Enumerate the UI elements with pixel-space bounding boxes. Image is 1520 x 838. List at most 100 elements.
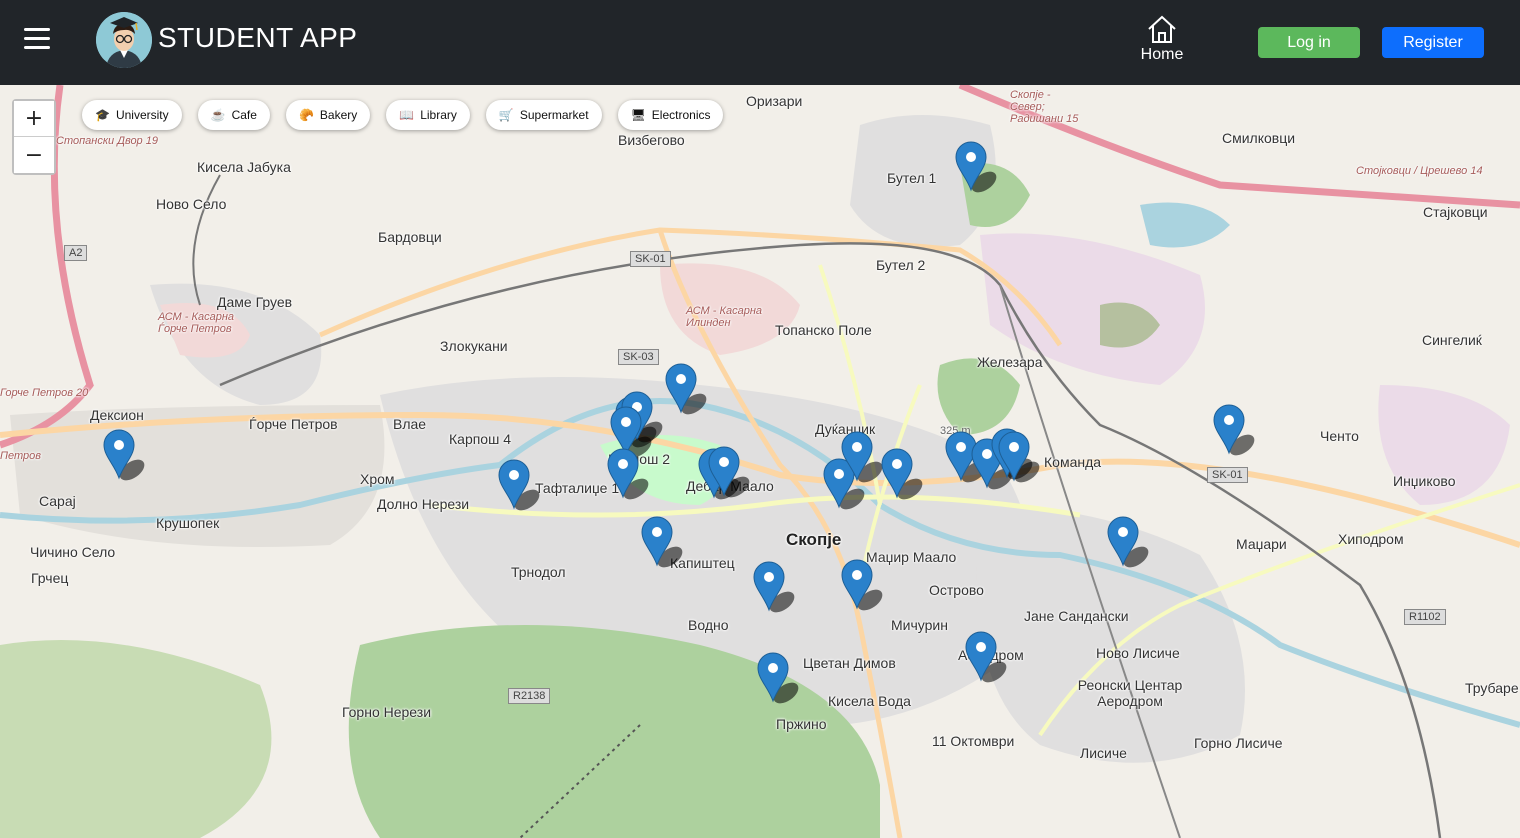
- place-label: Стајковци: [1423, 204, 1488, 220]
- filter-chip-supermarket[interactable]: 🛒 Supermarket: [485, 100, 602, 130]
- place-label: Трнодол: [511, 564, 566, 580]
- computer-icon: 🖥: [630, 108, 646, 122]
- filter-chip-label: University: [115, 108, 169, 122]
- place-label: Горно Нерези: [342, 704, 432, 720]
- home-label: Home: [1140, 46, 1184, 63]
- city-label: Скопје: [786, 530, 842, 549]
- road-badge: R2138: [508, 688, 551, 704]
- place-label: Сингелиќ: [1422, 332, 1482, 348]
- location-marker-icon[interactable]: [964, 630, 1007, 683]
- place-label: Пржино: [776, 716, 827, 732]
- place-label: Мичурин: [891, 617, 948, 633]
- place-label: Ченто: [1320, 428, 1359, 444]
- place-label: Чичино Село: [30, 544, 116, 560]
- top-navbar: STUDENT APP Home Log in Register: [0, 0, 1520, 85]
- place-label: Оризари: [746, 93, 803, 109]
- location-marker-icon[interactable]: [707, 445, 750, 498]
- filter-chip-library[interactable]: 📖 Library: [386, 100, 470, 130]
- category-filters: 🎓 University ☕ Cafe 🥐 Bakery 📖 Library 🛒…: [82, 100, 724, 130]
- place-label: Грчец: [31, 570, 69, 586]
- location-marker-icon[interactable]: [640, 515, 683, 568]
- filter-chip-electronics[interactable]: 🖥 Electronics: [617, 100, 724, 130]
- place-label: Сарај: [39, 493, 76, 509]
- place-label: Топанско Поле: [775, 322, 872, 338]
- filter-chip-university[interactable]: 🎓 University: [82, 100, 182, 130]
- location-marker-icon[interactable]: [497, 458, 540, 511]
- place-label: Инџиково: [1393, 473, 1456, 489]
- location-marker-icon[interactable]: [997, 430, 1040, 483]
- place-label: Команда: [1044, 454, 1102, 470]
- filter-chip-bakery[interactable]: 🥐 Bakery: [285, 100, 371, 130]
- poi-label: Скопје - Север; Радишани 15: [1010, 89, 1079, 125]
- login-button[interactable]: Log in: [1258, 27, 1360, 58]
- place-label: Кисела Јабука: [197, 159, 291, 175]
- location-marker-icon[interactable]: [756, 651, 799, 704]
- student-avatar-logo: [96, 12, 152, 68]
- road-badge: R1102: [1404, 609, 1446, 625]
- menu-icon[interactable]: [24, 28, 50, 50]
- zoom-out-button[interactable]: −: [14, 137, 54, 173]
- location-marker-icon[interactable]: [664, 362, 707, 415]
- place-label: Злокукани: [440, 338, 508, 354]
- filter-chip-cafe[interactable]: ☕ Cafe: [197, 100, 270, 130]
- filter-chip-label: Library: [420, 108, 457, 122]
- location-marker-icon[interactable]: [752, 560, 795, 613]
- location-marker-icon[interactable]: [1106, 515, 1149, 568]
- place-label: Маџир Маало: [866, 549, 957, 565]
- place-label: Долно Нерези: [377, 496, 470, 512]
- place-label: Трубаре: [1465, 680, 1519, 696]
- place-label: Железара: [977, 354, 1043, 370]
- place-label: Хром: [360, 471, 395, 487]
- place-label: Бутел 1: [887, 170, 937, 186]
- place-label: Ѓорче Петров: [249, 416, 338, 432]
- road-badge: SK-03: [618, 349, 659, 365]
- place-label: Реонски Центар Аеродром: [1077, 677, 1183, 709]
- place-label: Горно Лисиче: [1194, 735, 1283, 751]
- place-label: Бардовци: [378, 229, 442, 245]
- location-marker-icon[interactable]: [102, 428, 145, 481]
- cart-icon: 🛒: [498, 108, 514, 122]
- filter-chip-label: Electronics: [651, 108, 711, 122]
- location-marker-icon[interactable]: [840, 430, 883, 483]
- place-label: Хиподром: [1338, 531, 1404, 547]
- road-badge: A2: [64, 245, 88, 261]
- place-label: Карпош 4: [449, 431, 512, 447]
- zoom-in-button[interactable]: +: [14, 101, 54, 137]
- place-label: Ново Село: [156, 196, 227, 212]
- place-label: Визбегово: [618, 132, 685, 148]
- location-marker-icon[interactable]: [954, 140, 997, 193]
- place-label: Кисела Вода: [828, 693, 911, 709]
- filter-chip-label: Supermarket: [519, 108, 589, 122]
- coffee-icon: ☕: [210, 108, 226, 122]
- location-marker-icon[interactable]: [606, 447, 649, 500]
- zoom-control: + −: [12, 99, 56, 175]
- place-label: Смилковци: [1222, 130, 1296, 146]
- place-label: Влае: [393, 416, 427, 432]
- place-label: Маџари: [1236, 536, 1287, 552]
- place-label: Крушопек: [156, 515, 220, 531]
- place-label: 11 Октомври: [932, 733, 1015, 749]
- place-label: Дексион: [90, 407, 144, 423]
- poi-label: АСМ - Касарна Ѓорче Петров: [158, 311, 234, 335]
- road-badge: SK-01: [1207, 467, 1248, 483]
- place-label: Ново Лисиче: [1096, 645, 1180, 661]
- place-label: Цветан Димов: [803, 655, 896, 671]
- map-tiles: [0, 85, 1520, 838]
- book-icon: 📖: [399, 108, 415, 122]
- location-marker-icon[interactable]: [1212, 403, 1255, 456]
- location-marker-icon[interactable]: [840, 558, 883, 611]
- road-badge: SK-01: [630, 251, 671, 267]
- location-marker-icon[interactable]: [880, 447, 923, 500]
- home-nav-link[interactable]: Home: [1126, 14, 1198, 64]
- register-button[interactable]: Register: [1382, 27, 1484, 58]
- filter-chip-label: Bakery: [319, 108, 358, 122]
- map-canvas[interactable]: + − 🎓 University ☕ Cafe 🥐 Bakery 📖 Libra…: [0, 85, 1520, 838]
- poi-label: Стојковци / Црешево 14: [1356, 165, 1483, 177]
- poi-label: Петров: [0, 450, 41, 462]
- place-label: Бутел 2: [876, 257, 926, 273]
- poi-label: АСМ - Касарна Илинден: [686, 305, 762, 329]
- graduation-cap-icon: 🎓: [95, 108, 110, 122]
- bread-icon: 🥐: [298, 108, 314, 122]
- place-label: Јане Сандански: [1024, 608, 1129, 624]
- poi-label: Горче Петров 20: [0, 387, 89, 399]
